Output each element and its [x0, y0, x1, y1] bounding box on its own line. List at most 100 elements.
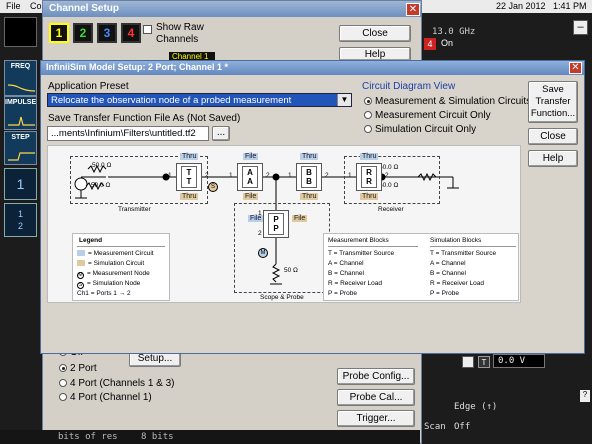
- r-block-thru-tag-sim: Thru: [360, 193, 379, 200]
- channel-2-toggle[interactable]: 2: [73, 23, 93, 43]
- radio-4-port-1-3[interactable]: 4 Port (Channels 1 & 3): [59, 378, 175, 389]
- t-block[interactable]: TT: [176, 163, 202, 191]
- transmitter-label: Transmitter: [118, 206, 151, 213]
- b-port-left: 1: [288, 172, 292, 179]
- pair-top: 1: [17, 209, 23, 219]
- t-block-letter: TT: [181, 166, 197, 188]
- channel-3-toggle[interactable]: 3: [97, 23, 117, 43]
- sim-block-row: A = Channel: [430, 260, 466, 267]
- a-block-file-tag: File: [243, 153, 259, 160]
- a-block-file-tag-sim: File: [243, 193, 259, 200]
- radio-2-port-label: 2 Port: [70, 363, 97, 374]
- menu-file[interactable]: File: [6, 1, 21, 11]
- circuit-view-label: Circuit Diagram View: [362, 81, 456, 92]
- view-option-meas-only-label: Measurement Circuit Only: [375, 110, 491, 121]
- view-option-sim-only-label: Simulation Circuit Only: [375, 124, 477, 135]
- help-question[interactable]: ?: [580, 390, 590, 402]
- measurement-node-icon: M: [258, 248, 268, 258]
- r-port-left: 1: [348, 172, 352, 179]
- r-block-thru-tag: Thru: [360, 153, 379, 160]
- probe-cal-button[interactable]: Probe Cal...: [337, 389, 415, 406]
- t-block-thru-tag: Thru: [180, 153, 199, 160]
- r-block-letter: RR: [361, 166, 377, 188]
- b-block[interactable]: BB: [296, 163, 322, 191]
- trigger-slope-icon[interactable]: [462, 356, 474, 368]
- view-option-sim-only[interactable]: Simulation Circuit Only: [364, 124, 476, 135]
- pair-bottom: 2: [17, 221, 23, 231]
- side-channel-pair[interactable]: 1 2: [4, 203, 37, 237]
- impulse-button[interactable]: IMPULSE: [4, 96, 37, 130]
- infiniisim-close-icon[interactable]: ✕: [569, 62, 582, 74]
- radio-2-port[interactable]: 2 Port: [59, 363, 97, 374]
- save-tf-line-3: Function...: [530, 108, 576, 119]
- probe-res-label: 50 Ω: [284, 267, 298, 274]
- legend-row-ports: Ch1 = Ports 1 → 2: [77, 290, 131, 297]
- legend-row-simulation: = Simulation Circuit: [77, 260, 144, 267]
- scope-probe-label: Scope & Probe: [260, 294, 304, 301]
- save-tf-line-2: Transfer: [535, 96, 571, 107]
- p-block[interactable]: PP: [263, 210, 289, 238]
- impulse-label: IMPULSE: [5, 99, 37, 106]
- probe-config-button[interactable]: Probe Config...: [337, 368, 415, 385]
- infiniisim-title: InfiniiSim Model Setup: 2 Port; Channel …: [41, 61, 584, 75]
- t-block-thru-tag-sim: Thru: [180, 193, 199, 200]
- view-option-meas-only[interactable]: Measurement Circuit Only: [364, 110, 491, 121]
- sim-block-row: P = Probe: [430, 290, 459, 297]
- circuit-diagram: Transmitter Receiver Scope & Probe 50.0 …: [47, 145, 521, 303]
- file-path-input[interactable]: ...ments\Infinium\Filters\untitled.tf2: [47, 126, 209, 141]
- legend-divider: [77, 246, 165, 247]
- r-block[interactable]: RR: [356, 163, 382, 191]
- menu-control[interactable]: Co: [30, 1, 42, 11]
- transmitter-res-top: 50.0 Ω: [92, 162, 112, 169]
- measurement-blocks-title: Measurement Blocks: [328, 237, 389, 244]
- a-block[interactable]: AA: [237, 163, 263, 191]
- a-port-right: 2: [266, 172, 270, 179]
- b-block-thru-tag-sim: Thru: [300, 193, 319, 200]
- infiniisim-close-button[interactable]: Close: [528, 128, 578, 145]
- receiver-label: Receiver: [378, 206, 404, 213]
- freq-readout: 13.0 GHz: [432, 27, 476, 37]
- r-port-right: 2: [385, 172, 389, 179]
- chevron-down-icon[interactable]: ▼: [337, 94, 351, 106]
- t-port-right: 2: [205, 172, 209, 179]
- meas-block-row: A = Channel: [328, 260, 364, 267]
- impulse-wave-icon: [8, 116, 35, 126]
- legend-row-measurement: = Measurement Circuit: [77, 250, 154, 257]
- save-transfer-function-button[interactable]: Save Transfer Function...: [528, 81, 578, 123]
- channel-setup-help-button[interactable]: Help: [339, 47, 411, 61]
- p-port-bottom: 2: [258, 230, 262, 237]
- freq-label: FREQ: [10, 63, 31, 70]
- save-tf-line-1: Save: [542, 84, 564, 95]
- trigger-level-field[interactable]: 0.0 V: [493, 354, 545, 368]
- view-option-meas-sim[interactable]: Measurement & Simulation Circuits: [364, 96, 531, 107]
- browse-button[interactable]: ...: [212, 126, 230, 141]
- channel-setup-close-button[interactable]: Close: [339, 25, 411, 42]
- trigger-t-badge: T: [478, 356, 490, 368]
- channel-4-badge: 4: [424, 38, 436, 50]
- show-raw-checkbox[interactable]: [143, 25, 152, 34]
- on-label: On: [441, 38, 454, 48]
- trigger-button[interactable]: Trigger...: [337, 410, 415, 427]
- trigger-mode-readout: Edge (↑): [454, 402, 498, 412]
- preset-select[interactable]: Relocate the observation node of a probe…: [47, 93, 352, 107]
- scan-label: Scan: [424, 422, 446, 432]
- run-stop-indicator[interactable]: [4, 17, 37, 47]
- infiniisim-help-button[interactable]: Help: [528, 150, 578, 167]
- channel-setup-close-icon[interactable]: ✕: [406, 3, 420, 16]
- minimize-button[interactable]: –: [573, 20, 588, 35]
- p-port-top: 1: [258, 210, 262, 217]
- freq-wave-icon: [8, 84, 35, 92]
- show-raw-label-2: Channels: [156, 34, 199, 45]
- legend-row-sim-node: S = Simulation Node: [77, 280, 141, 289]
- sim-block-row: B = Channel: [430, 270, 466, 277]
- freq-button[interactable]: FREQ: [4, 60, 37, 96]
- channel-4-toggle[interactable]: 4: [121, 23, 141, 43]
- channel-setup-title: Channel Setup: [43, 1, 421, 17]
- channel-1-toggle[interactable]: 1: [49, 23, 69, 43]
- legend-row-meas-node: M = Measurement Node: [77, 270, 150, 279]
- p-block-letter: PP: [268, 213, 284, 235]
- radio-4-port-1[interactable]: 4 Port (Channel 1): [59, 392, 152, 403]
- b-block-thru-tag: Thru: [300, 153, 319, 160]
- step-button[interactable]: STEP: [4, 131, 37, 165]
- side-channel-one[interactable]: 1: [4, 168, 37, 200]
